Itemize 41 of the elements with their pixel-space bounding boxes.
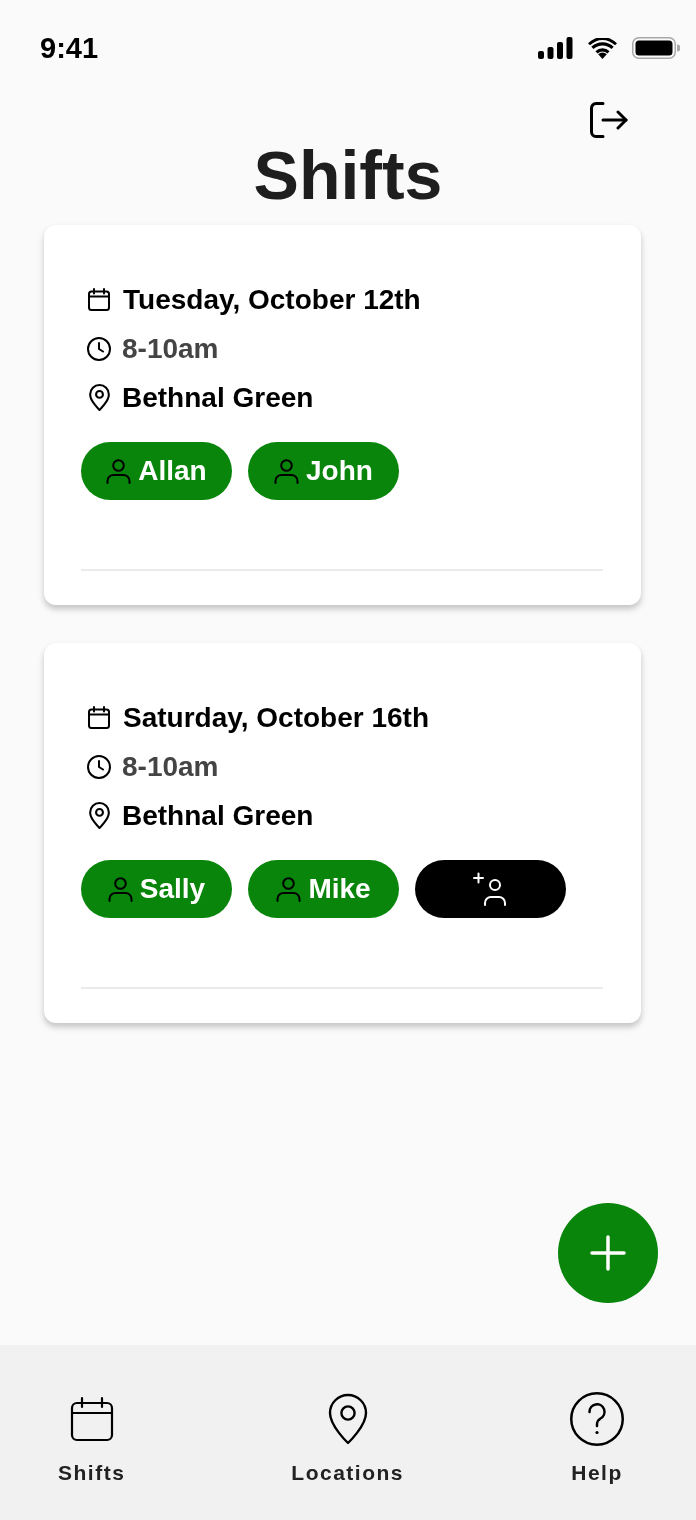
wifi-icon bbox=[588, 37, 617, 59]
logout-icon[interactable] bbox=[590, 102, 628, 138]
clock-icon bbox=[87, 754, 111, 779]
clock-icon bbox=[87, 336, 111, 361]
shift-time: 8-10am bbox=[122, 752, 219, 781]
calendar-icon bbox=[88, 706, 110, 729]
person-chip[interactable]: John bbox=[248, 442, 399, 500]
person-chip[interactable]: Sally bbox=[81, 860, 232, 918]
shift-card[interactable]: Saturday, October 16th 8-10am Bethnal Green Sally Mike bbox=[44, 643, 641, 1023]
shift-location: Bethnal Green bbox=[122, 801, 314, 830]
shift-card[interactable]: Tuesday, October 12th 8-10am Bethnal Green Allan John bbox=[44, 225, 641, 605]
nav-tab[interactable]: Shifts bbox=[58, 1390, 126, 1486]
person-name: Sally bbox=[139, 875, 206, 903]
signal-icon bbox=[538, 37, 573, 59]
person-chip[interactable]: Allan bbox=[81, 442, 232, 500]
nav-tab[interactable]: Locations bbox=[291, 1390, 404, 1486]
calendar-icon bbox=[88, 288, 110, 311]
person-name: Allan bbox=[138, 457, 207, 485]
person-name: Mike bbox=[308, 875, 371, 903]
location-pin-icon bbox=[326, 1393, 369, 1445]
person-icon bbox=[107, 876, 133, 902]
status-time: 9:41 bbox=[40, 33, 99, 63]
help-icon bbox=[570, 1392, 624, 1446]
location-pin-icon bbox=[89, 802, 110, 829]
shift-time: 8-10am bbox=[122, 334, 219, 363]
shift-date: Saturday, October 16th bbox=[123, 703, 429, 732]
shift-date: Tuesday, October 12th bbox=[123, 285, 421, 314]
shift-location: Bethnal Green bbox=[122, 383, 314, 412]
add-person-button[interactable] bbox=[415, 860, 566, 918]
nav-tab[interactable]: Help bbox=[570, 1390, 624, 1486]
person-icon bbox=[276, 876, 302, 902]
battery-icon bbox=[632, 37, 680, 59]
person-name: John bbox=[306, 457, 373, 485]
calendar-icon bbox=[69, 1396, 114, 1442]
page-title: Shifts bbox=[252, 141, 444, 209]
person-icon bbox=[274, 458, 300, 484]
add-person-icon bbox=[472, 872, 509, 906]
person-icon bbox=[106, 458, 132, 484]
plus-icon bbox=[590, 1235, 626, 1271]
location-pin-icon bbox=[89, 384, 110, 411]
person-chip[interactable]: Mike bbox=[248, 860, 399, 918]
